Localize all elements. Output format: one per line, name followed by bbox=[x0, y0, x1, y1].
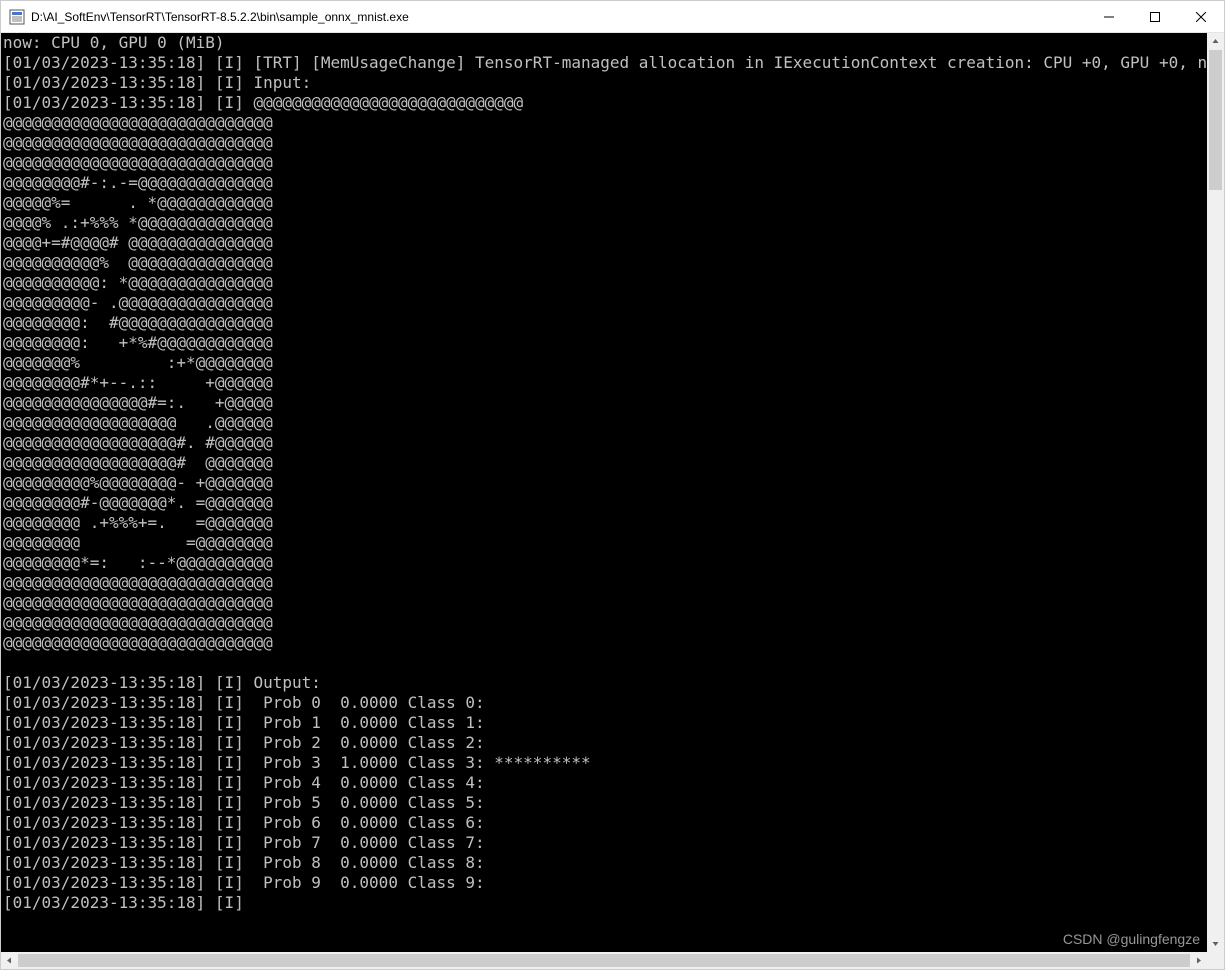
vertical-scrollbar[interactable] bbox=[1207, 33, 1224, 952]
scroll-right-button[interactable] bbox=[1190, 952, 1207, 969]
minimize-button[interactable] bbox=[1086, 1, 1132, 32]
horizontal-scrollbar[interactable] bbox=[1, 952, 1207, 969]
maximize-button[interactable] bbox=[1132, 1, 1178, 32]
scrollbar-thumb[interactable] bbox=[1209, 50, 1222, 190]
scroll-left-button[interactable] bbox=[1, 952, 18, 969]
scrollbar-corner bbox=[1207, 952, 1224, 969]
app-icon bbox=[9, 9, 25, 25]
titlebar[interactable]: D:\AI_SoftEnv\TensorRT\TensorRT-8.5.2.2\… bbox=[1, 1, 1224, 33]
window-title: D:\AI_SoftEnv\TensorRT\TensorRT-8.5.2.2\… bbox=[31, 10, 1086, 24]
close-button[interactable] bbox=[1178, 1, 1224, 32]
app-window: D:\AI_SoftEnv\TensorRT\TensorRT-8.5.2.2\… bbox=[0, 0, 1225, 970]
window-controls bbox=[1086, 1, 1224, 32]
scroll-down-button[interactable] bbox=[1207, 935, 1224, 952]
bottom-scroll-row bbox=[1, 952, 1224, 969]
console-area: now: CPU 0, GPU 0 (MiB) [01/03/2023-13:3… bbox=[1, 33, 1224, 952]
hscroll-thumb[interactable] bbox=[18, 954, 1190, 967]
scroll-up-button[interactable] bbox=[1207, 33, 1224, 50]
console-output[interactable]: now: CPU 0, GPU 0 (MiB) [01/03/2023-13:3… bbox=[1, 33, 1207, 952]
hscroll-track[interactable] bbox=[18, 952, 1190, 969]
scrollbar-track[interactable] bbox=[1207, 50, 1224, 935]
